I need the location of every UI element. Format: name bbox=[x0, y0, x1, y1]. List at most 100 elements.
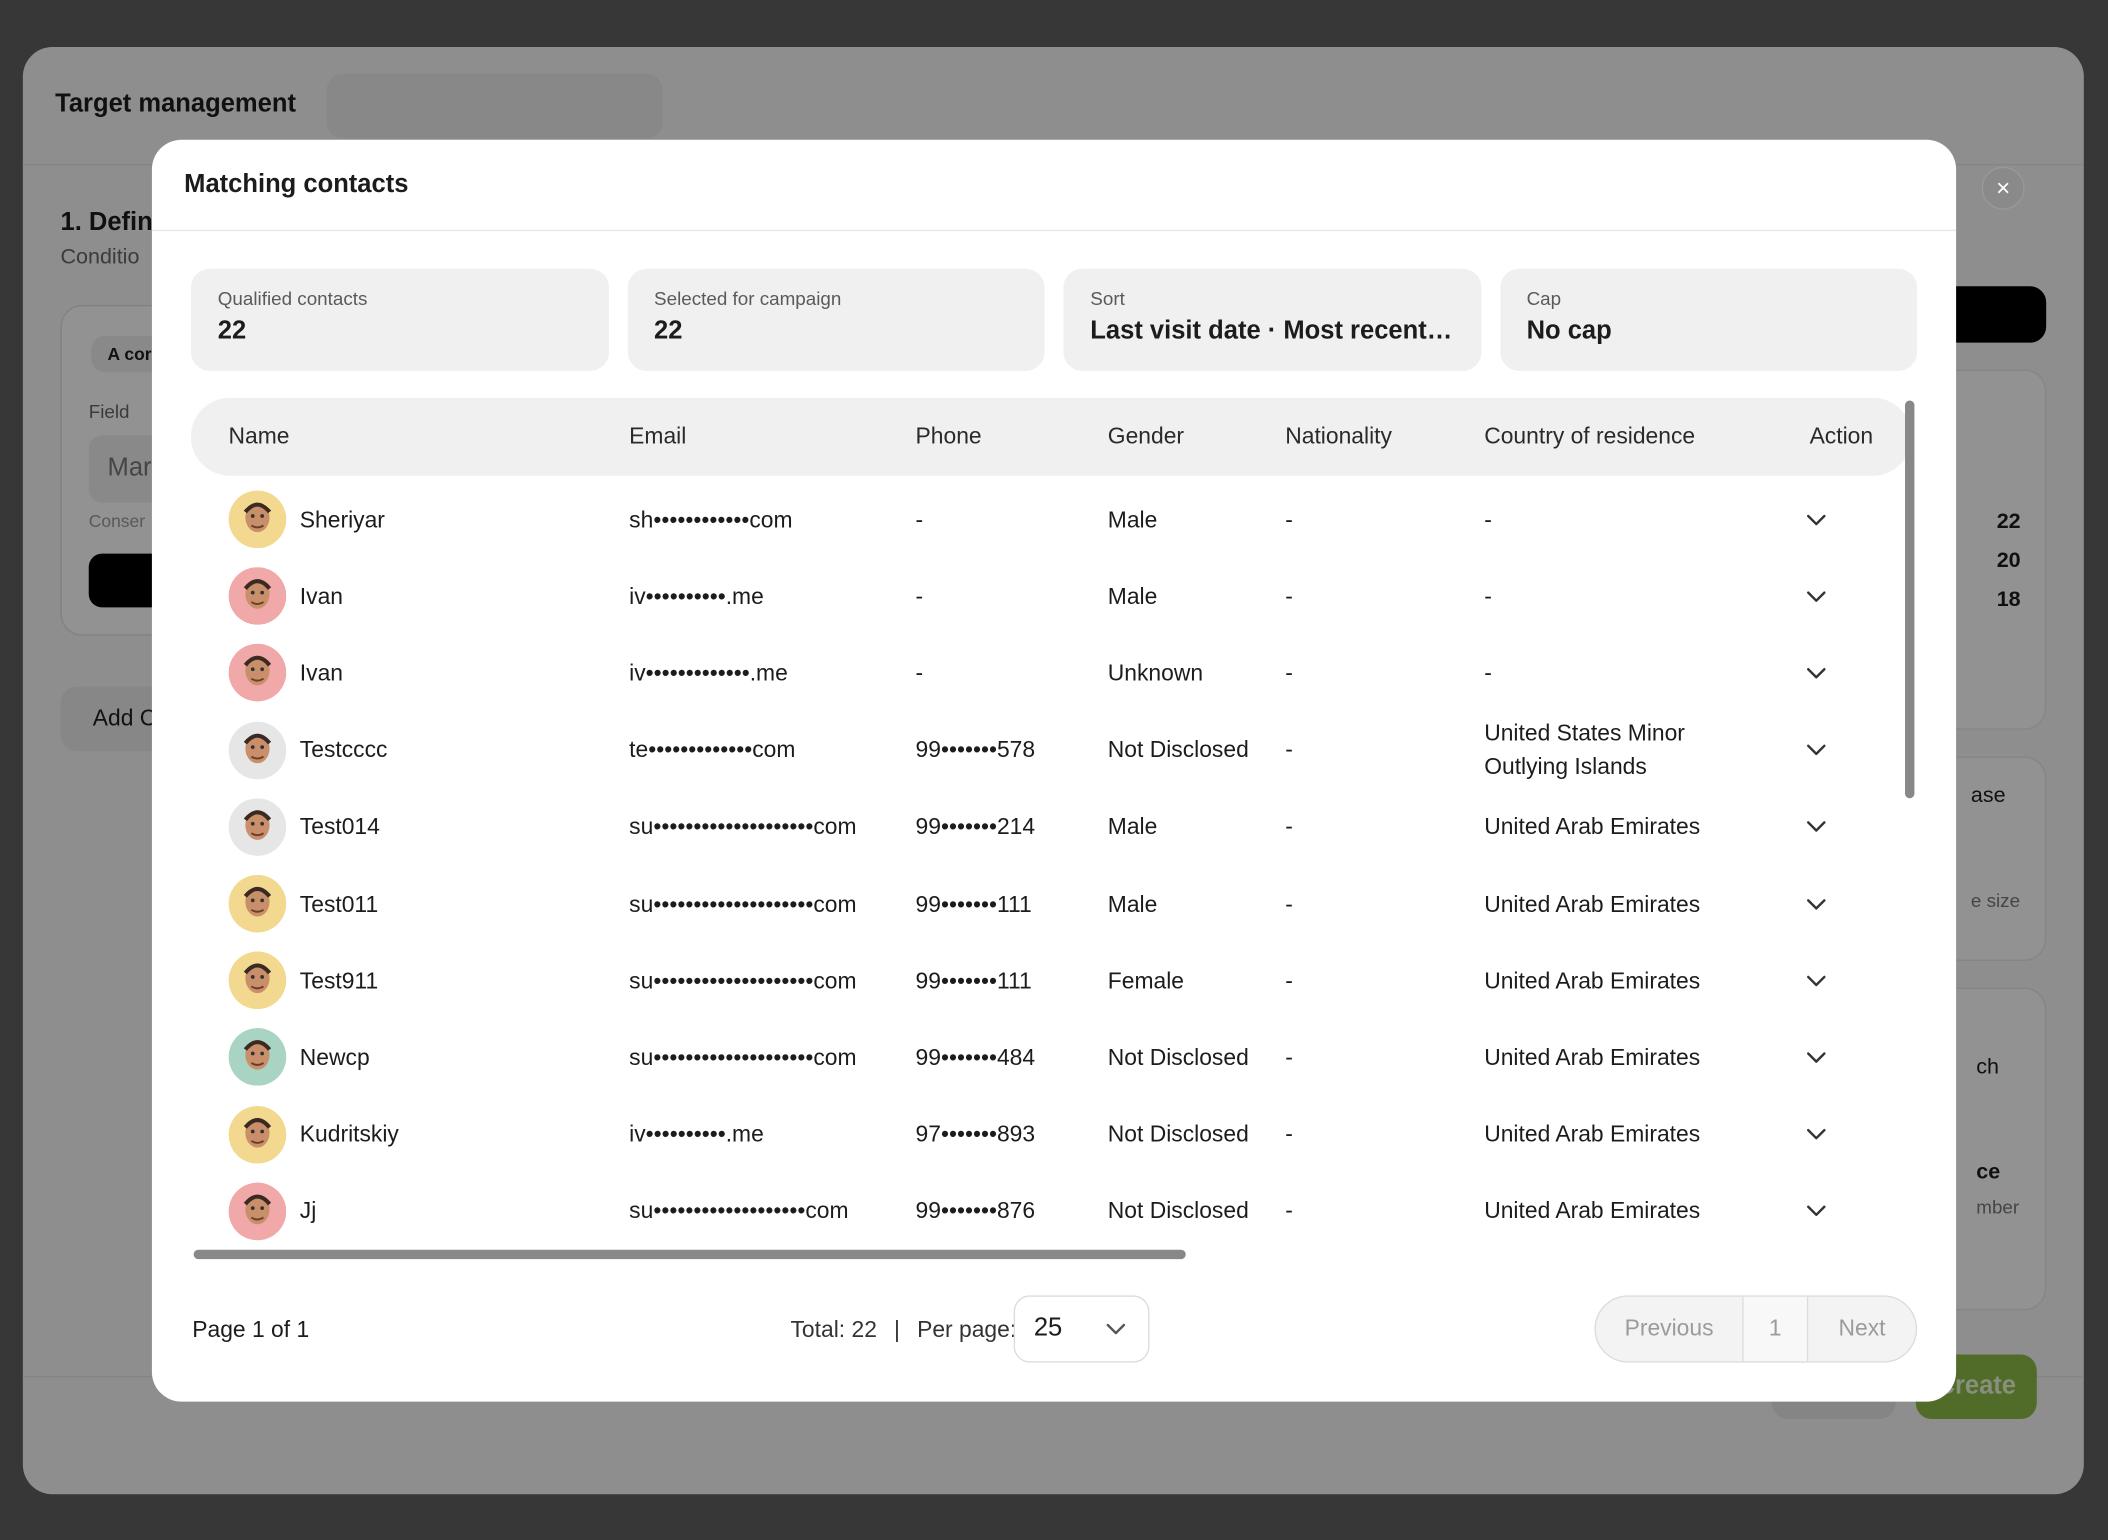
cell-nationality: - bbox=[1285, 1044, 1293, 1071]
cell-name[interactable]: Newcp bbox=[300, 1041, 569, 1075]
page-number-button[interactable]: 1 bbox=[1743, 1296, 1809, 1362]
cell-email: iv••••••••••.me bbox=[629, 1121, 764, 1148]
cell-email: sh••••••••••••com bbox=[629, 506, 793, 533]
cell-phone: 99•••••••111 bbox=[915, 890, 1032, 917]
cell-phone: - bbox=[915, 660, 924, 686]
cell-nationality: - bbox=[1285, 967, 1293, 994]
avatar bbox=[228, 1105, 287, 1164]
table-row: Newcp su••••••••••••••••••••com 99•••••••4… bbox=[191, 1019, 1912, 1096]
horizontal-scrollbar[interactable] bbox=[193, 1249, 1186, 1260]
cell-country: - bbox=[1484, 506, 1492, 533]
cell-phone: 99•••••••876 bbox=[915, 1198, 1036, 1224]
stat-value: 22 bbox=[217, 317, 247, 346]
stat-value: Last visit date · Most recent first bbox=[1090, 317, 1454, 346]
column-header-gender[interactable]: Gender bbox=[1108, 423, 1184, 450]
cell-nationality: - bbox=[1285, 1198, 1293, 1224]
cell-gender: Male bbox=[1107, 890, 1158, 917]
cell-email: iv•••••••••••••.me bbox=[629, 660, 788, 686]
column-header-action: Action bbox=[1809, 423, 1874, 449]
cell-email: su••••••••••••••••••••com bbox=[629, 890, 857, 917]
cell-nationality: - bbox=[1285, 660, 1293, 686]
chevron-down-icon[interactable] bbox=[1801, 658, 1831, 688]
table-row: Test011 su••••••••••••••••••••com 99••••••… bbox=[191, 865, 1912, 942]
cell-nationality: - bbox=[1285, 583, 1293, 609]
table-row: Kudritskiy iv••••••••••.me 97•••••••893 Not… bbox=[191, 1096, 1912, 1173]
stat-cap: Cap No cap bbox=[1499, 268, 1918, 371]
total-count: Total: 22 bbox=[790, 1316, 877, 1343]
cell-nationality: - bbox=[1285, 737, 1293, 763]
cell-name[interactable]: Test014 bbox=[300, 810, 569, 844]
cell-phone: - bbox=[915, 506, 924, 533]
stat-value: 22 bbox=[654, 317, 683, 346]
avatar bbox=[228, 1028, 287, 1087]
chevron-down-icon[interactable] bbox=[1801, 812, 1831, 842]
cell-name[interactable]: Test011 bbox=[300, 887, 569, 921]
cell-phone: - bbox=[915, 583, 924, 609]
cell-nationality: - bbox=[1285, 814, 1293, 840]
cell-country: United Arab Emirates bbox=[1484, 1121, 1701, 1148]
cell-name[interactable]: Kudritskiy bbox=[300, 1117, 569, 1151]
avatar bbox=[228, 644, 287, 702]
cell-name[interactable]: Ivan bbox=[300, 579, 569, 613]
cell-gender: Not Disclosed bbox=[1107, 1121, 1249, 1148]
avatar bbox=[228, 1182, 287, 1241]
chevron-down-icon[interactable] bbox=[1801, 581, 1831, 611]
stat-label: Selected for campaign bbox=[654, 287, 842, 310]
stat-label: Sort bbox=[1090, 287, 1125, 310]
cell-gender: Male bbox=[1107, 506, 1158, 533]
column-header-name[interactable]: Name bbox=[229, 423, 290, 450]
stat-selected-for-campaign: Selected for campaign 22 bbox=[627, 268, 1045, 371]
close-icon[interactable]: × bbox=[1981, 166, 2025, 210]
avatar bbox=[228, 567, 287, 626]
table-row: Test911 su••••••••••••••••••••com 99••••••… bbox=[191, 942, 1912, 1019]
vertical-scrollbar[interactable] bbox=[1905, 400, 1915, 799]
avatar bbox=[228, 797, 287, 856]
cell-name[interactable]: Test911 bbox=[300, 964, 569, 998]
cell-country: - bbox=[1484, 583, 1492, 609]
stat-label: Qualified contacts bbox=[217, 287, 368, 310]
column-header-country[interactable]: Country of residence bbox=[1484, 423, 1695, 450]
cell-phone: 99•••••••111 bbox=[915, 967, 1032, 994]
cell-name[interactable]: Sheriyar bbox=[300, 503, 569, 537]
column-header-email[interactable]: Email bbox=[629, 423, 686, 450]
cell-gender: Not Disclosed bbox=[1107, 737, 1249, 763]
avatar bbox=[228, 951, 287, 1010]
pagination: Previous 1 Next bbox=[1594, 1295, 1918, 1363]
stat-value: No cap bbox=[1526, 317, 1612, 346]
cell-email: su••••••••••••••••••••com bbox=[629, 1044, 857, 1071]
table-row: Test014 su••••••••••••••••••••com 99••••••… bbox=[191, 789, 1912, 866]
table-row: Ivan iv••••••••••.me - Male - - bbox=[191, 558, 1912, 635]
stats-row: Qualified contacts 22 Selected for campa… bbox=[190, 268, 1918, 371]
cell-country: United Arab Emirates bbox=[1484, 814, 1701, 840]
cell-phone: 97•••••••893 bbox=[915, 1121, 1036, 1148]
cell-name[interactable]: Jj bbox=[300, 1194, 569, 1228]
next-button[interactable]: Next bbox=[1808, 1297, 1916, 1362]
stat-qualified-contacts: Qualified contacts 22 bbox=[190, 268, 609, 371]
column-header-phone[interactable]: Phone bbox=[916, 423, 982, 450]
table-row: Sheriyar sh••••••••••••com - Male - - bbox=[191, 481, 1912, 558]
page-info: Page 1 of 1 bbox=[192, 1316, 310, 1343]
cell-gender: Not Disclosed bbox=[1107, 1198, 1249, 1224]
chevron-down-icon[interactable] bbox=[1801, 1120, 1831, 1150]
chevron-down-icon[interactable] bbox=[1801, 966, 1831, 996]
per-page-value: 25 bbox=[1033, 1314, 1063, 1343]
cell-email: su••••••••••••••••••••com bbox=[629, 814, 857, 840]
cell-email: su••••••••••••••••••••com bbox=[629, 967, 857, 994]
cell-name[interactable]: Ivan bbox=[300, 656, 569, 690]
chevron-down-icon[interactable] bbox=[1801, 505, 1831, 535]
previous-button[interactable]: Previous bbox=[1596, 1296, 1744, 1362]
table-row: Jj su•••••••••••••••••••com 99•••••••876 No… bbox=[191, 1173, 1912, 1250]
chevron-down-icon[interactable] bbox=[1801, 735, 1831, 765]
per-page-label: Per page: bbox=[917, 1316, 1017, 1343]
chevron-down-icon[interactable] bbox=[1801, 889, 1831, 919]
column-header-nationality[interactable]: Nationality bbox=[1285, 423, 1392, 450]
cell-email: te•••••••••••••com bbox=[629, 737, 796, 763]
cell-country: United Arab Emirates bbox=[1484, 1044, 1701, 1071]
chevron-down-icon[interactable] bbox=[1801, 1043, 1831, 1073]
cell-gender: Unknown bbox=[1107, 660, 1204, 686]
cell-email: su•••••••••••••••••••com bbox=[629, 1198, 849, 1224]
per-page-select[interactable]: 25 bbox=[1013, 1295, 1150, 1363]
modal-header: Matching contacts bbox=[151, 140, 1957, 232]
chevron-down-icon[interactable] bbox=[1801, 1196, 1831, 1226]
cell-name[interactable]: Testcccc bbox=[300, 733, 569, 767]
